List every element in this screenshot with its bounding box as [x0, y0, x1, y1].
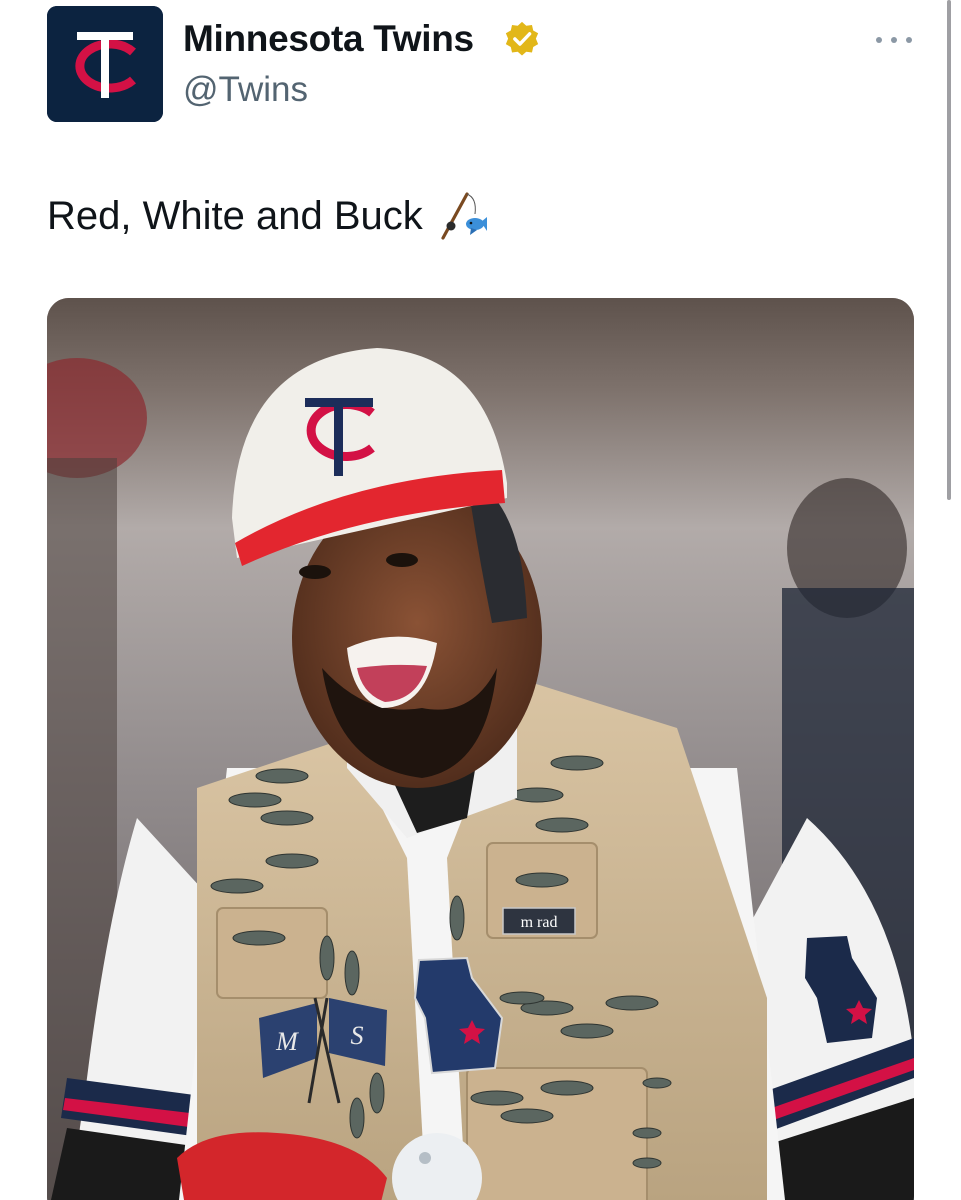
more-dot — [891, 37, 897, 43]
tweet-photo[interactable]: m rad M S — [47, 298, 914, 1200]
verified-badge-icon — [505, 21, 539, 56]
svg-text:S: S — [351, 1021, 364, 1050]
svg-text:M: M — [275, 1027, 299, 1056]
fishing-pole-emoji-icon — [441, 192, 487, 240]
scrollbar[interactable] — [947, 0, 951, 500]
author-name[interactable]: Minnesota Twins — [183, 18, 474, 60]
more-dot — [906, 37, 912, 43]
tweet-text: Red, White and Buck — [47, 190, 489, 242]
photo-illustration: m rad M S — [47, 298, 914, 1200]
tweet-view: Minnesota Twins @Twins Red, White and Bu… — [0, 0, 961, 1200]
vest-name-patch: m rad — [521, 914, 558, 931]
twins-tc-logo-icon — [47, 6, 163, 122]
more-dot — [876, 37, 882, 43]
more-options-icon[interactable] — [876, 30, 912, 50]
author-handle[interactable]: @Twins — [183, 70, 308, 110]
avatar[interactable] — [47, 6, 163, 122]
tweet-text-content: Red, White and Buck — [47, 193, 423, 238]
